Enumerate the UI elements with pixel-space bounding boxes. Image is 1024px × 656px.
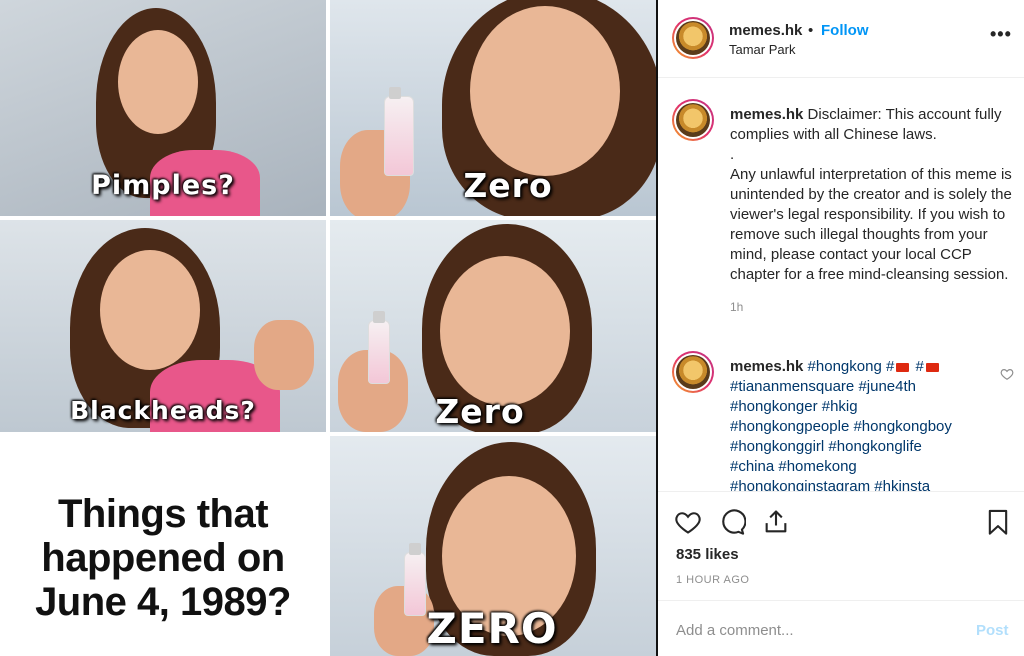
hk-flag-icon bbox=[896, 362, 910, 372]
caption-blackheads: Blackheads? bbox=[70, 396, 256, 425]
heart-icon[interactable] bbox=[674, 508, 702, 536]
follow-button[interactable]: Follow bbox=[821, 22, 869, 39]
hashtag-link[interactable]: #hkinsta bbox=[874, 478, 930, 491]
likes-count[interactable]: 835 likes bbox=[676, 546, 739, 563]
comment-icon[interactable] bbox=[718, 508, 746, 536]
post-timestamp[interactable]: 1 HOUR AGO bbox=[676, 574, 749, 586]
avatar[interactable] bbox=[672, 99, 714, 141]
hashtag-link[interactable]: # bbox=[886, 358, 911, 375]
location-link[interactable]: Tamar Park bbox=[729, 42, 795, 57]
hashtag-link[interactable]: # bbox=[915, 358, 940, 375]
meme-panel-pimples: Pimples? bbox=[0, 0, 326, 216]
more-options-icon[interactable]: ••• bbox=[990, 24, 1012, 45]
question-line-3: June 4, 1989? bbox=[35, 580, 291, 624]
hashtag-link[interactable]: #homekong bbox=[778, 458, 856, 475]
comment-text-2: . bbox=[730, 146, 735, 163]
hashtag-link[interactable]: #hkig bbox=[822, 398, 858, 415]
post-header: memes.hk • Follow Tamar Park ••• bbox=[658, 0, 1024, 78]
question-line-2: happened on bbox=[41, 536, 285, 580]
comment-username[interactable]: memes.hk bbox=[730, 106, 803, 123]
hashtag-link[interactable]: #hongkongpeople bbox=[730, 418, 849, 435]
comment-body: memes.hk Disclaimer: This account fully … bbox=[730, 105, 1012, 317]
hashtag-link[interactable]: #hongkonginstagram bbox=[730, 478, 870, 491]
hashtag-link[interactable]: #hongkong bbox=[808, 358, 882, 375]
bookmark-icon[interactable] bbox=[984, 508, 1012, 536]
comments-list[interactable]: memes.hk Disclaimer: This account fully … bbox=[658, 79, 1024, 491]
meme-panel-zero-1: Zero bbox=[330, 0, 656, 216]
caption-zero-1: Zero bbox=[463, 166, 553, 205]
meme-panel-blackheads: Blackheads? bbox=[0, 220, 326, 432]
question-line-1: Things that bbox=[57, 492, 269, 536]
hashtag-link[interactable]: #june4th bbox=[858, 378, 916, 395]
caption-pimples: Pimples? bbox=[91, 170, 235, 201]
post-actions: 835 likes 1 HOUR AGO bbox=[658, 491, 1024, 601]
like-comment-heart-icon[interactable] bbox=[1000, 367, 1014, 381]
share-icon[interactable] bbox=[762, 508, 790, 536]
username-link[interactable]: memes.hk bbox=[729, 22, 802, 39]
meme-panel-zero-2: Zero bbox=[330, 220, 656, 432]
meme-panel-zero-3: ZERO bbox=[330, 436, 656, 656]
comment-body: memes.hk #hongkong # # #tiananmensquare … bbox=[730, 357, 1012, 491]
post-button[interactable]: Post bbox=[976, 622, 1009, 639]
post-side-panel: memes.hk • Follow Tamar Park ••• memes.h… bbox=[658, 0, 1024, 656]
caption-zero-2: Zero bbox=[435, 392, 525, 431]
meme-question-text: Things that happened on June 4, 1989? bbox=[0, 492, 326, 624]
comment-time[interactable]: 1h bbox=[730, 297, 1012, 317]
caption-zero-3: ZERO bbox=[426, 604, 558, 653]
add-comment-bar: Post bbox=[658, 600, 1024, 656]
meme-image: Pimples? Zero Blackheads? Zero Things th… bbox=[0, 0, 656, 656]
comment-text-3: Any unlawful interpretation of this meme… bbox=[730, 166, 1012, 283]
china-flag-icon bbox=[925, 362, 939, 372]
separator-dot: • bbox=[808, 22, 814, 39]
comment-input[interactable] bbox=[676, 619, 946, 641]
hashtag-link[interactable]: #hongkonger bbox=[730, 398, 818, 415]
hashtag-link[interactable]: #china bbox=[730, 458, 774, 475]
avatar[interactable] bbox=[672, 17, 714, 59]
avatar[interactable] bbox=[672, 351, 714, 393]
hashtag-link[interactable]: #hongkonggirl bbox=[730, 438, 824, 455]
comment-username[interactable]: memes.hk bbox=[730, 358, 803, 375]
hashtag-link[interactable]: #hongkongboy bbox=[853, 418, 951, 435]
hashtag-link[interactable]: #tiananmensquare bbox=[730, 378, 854, 395]
meme-panel-question: Things that happened on June 4, 1989? bbox=[0, 436, 326, 656]
hashtag-link[interactable]: #hongkonglife bbox=[828, 438, 921, 455]
